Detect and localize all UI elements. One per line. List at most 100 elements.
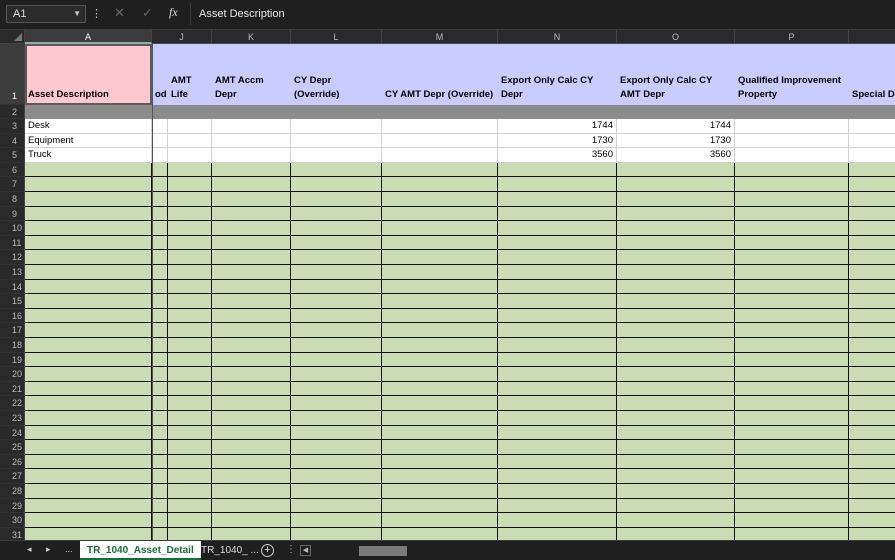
empty-cell[interactable] — [849, 235, 895, 251]
empty-cell[interactable] — [735, 454, 849, 470]
table-cell[interactable] — [168, 119, 212, 134]
empty-cell[interactable] — [498, 425, 617, 441]
empty-cell[interactable] — [168, 469, 212, 484]
empty-cell[interactable] — [291, 425, 382, 441]
empty-cell[interactable] — [25, 206, 152, 222]
empty-cell[interactable] — [498, 235, 617, 251]
empty-cell[interactable] — [168, 425, 212, 441]
empty-cell[interactable] — [382, 206, 498, 222]
empty-cell[interactable] — [291, 484, 382, 499]
table-cell[interactable]: 3560 — [498, 148, 617, 163]
header-cell-4[interactable]: AMT Accm Depr — [212, 44, 291, 105]
empty-cell[interactable] — [25, 367, 152, 382]
empty-cell[interactable] — [617, 352, 735, 368]
empty-cell[interactable] — [498, 469, 617, 484]
table-cell[interactable] — [291, 148, 382, 163]
row-header-9[interactable]: 9 — [0, 206, 25, 222]
empty-cell[interactable] — [212, 469, 291, 484]
row-header-12[interactable]: 12 — [0, 250, 25, 265]
empty-cell[interactable] — [212, 192, 291, 207]
empty-cell[interactable] — [617, 381, 735, 397]
empty-cell[interactable] — [382, 323, 498, 338]
empty-cell[interactable] — [212, 235, 291, 251]
empty-cell[interactable] — [152, 250, 168, 265]
sheet-tab-active[interactable]: TR_1040_Asset_Detail — [80, 541, 201, 560]
table-cell[interactable] — [152, 133, 168, 149]
empty-cell[interactable] — [735, 411, 849, 426]
select-all-button[interactable] — [0, 30, 25, 44]
empty-cell[interactable] — [735, 162, 849, 178]
column-header-l[interactable]: L — [291, 30, 382, 44]
empty-cell[interactable] — [25, 323, 152, 338]
empty-cell[interactable] — [382, 294, 498, 309]
empty-cell[interactable] — [498, 352, 617, 368]
row-header-19[interactable]: 19 — [0, 352, 25, 368]
empty-cell[interactable] — [25, 162, 152, 178]
empty-cell[interactable] — [25, 235, 152, 251]
row-header-10[interactable]: 10 — [0, 221, 25, 236]
formula-input[interactable]: Asset Description — [190, 3, 895, 25]
empty-cell[interactable] — [212, 279, 291, 295]
empty-cell[interactable] — [498, 308, 617, 324]
empty-cell[interactable] — [152, 323, 168, 338]
table-cell[interactable]: 1730 — [498, 133, 617, 149]
table-cell[interactable]: Desk — [25, 119, 152, 134]
empty-cell[interactable] — [291, 162, 382, 178]
empty-cell[interactable] — [617, 396, 735, 411]
row-header-5[interactable]: 5 — [0, 148, 25, 163]
empty-cell[interactable] — [382, 352, 498, 368]
empty-cell[interactable] — [291, 513, 382, 528]
empty-cell[interactable] — [498, 396, 617, 411]
row-header-31[interactable]: 31 — [0, 527, 25, 540]
empty-cell[interactable] — [382, 513, 498, 528]
tab-next-icon[interactable]: ▸ — [46, 544, 51, 555]
empty-cell[interactable] — [735, 469, 849, 484]
empty-cell[interactable] — [25, 527, 152, 540]
table-cell[interactable] — [291, 133, 382, 149]
empty-cell[interactable] — [498, 513, 617, 528]
empty-cell[interactable] — [735, 338, 849, 353]
row-header-15[interactable]: 15 — [0, 294, 25, 309]
row-header-17[interactable]: 17 — [0, 323, 25, 338]
empty-cell[interactable] — [25, 484, 152, 499]
empty-cell[interactable] — [291, 192, 382, 207]
table-cell[interactable] — [168, 133, 212, 149]
empty-cell[interactable] — [849, 484, 895, 499]
empty-cell[interactable] — [735, 323, 849, 338]
empty-cell[interactable] — [617, 367, 735, 382]
empty-cell[interactable] — [152, 162, 168, 178]
empty-cell[interactable] — [25, 352, 152, 368]
horizontal-scrollbar-thumb[interactable] — [359, 546, 407, 556]
horizontal-scrollbar[interactable] — [314, 546, 895, 556]
empty-cell[interactable] — [498, 484, 617, 499]
table-cell[interactable]: Truck — [25, 148, 152, 163]
empty-cell[interactable] — [25, 498, 152, 514]
empty-cell[interactable] — [382, 192, 498, 207]
column-header-j[interactable]: J — [152, 30, 212, 44]
empty-cell[interactable] — [152, 527, 168, 540]
empty-cell[interactable] — [382, 279, 498, 295]
row-header-24[interactable]: 24 — [0, 425, 25, 441]
header-cell-1[interactable]: Asset Description — [25, 44, 152, 105]
empty-cell[interactable] — [498, 206, 617, 222]
empty-cell[interactable] — [735, 294, 849, 309]
empty-cell[interactable] — [735, 527, 849, 540]
table-cell[interactable] — [382, 133, 498, 149]
empty-cell[interactable] — [25, 381, 152, 397]
empty-cell[interactable] — [212, 513, 291, 528]
empty-cell[interactable] — [498, 381, 617, 397]
scroll-left-icon[interactable]: ◀ — [300, 545, 311, 556]
empty-cell[interactable] — [291, 250, 382, 265]
empty-cell[interactable] — [291, 352, 382, 368]
empty-cell[interactable] — [849, 308, 895, 324]
empty-cell[interactable] — [617, 235, 735, 251]
empty-cell[interactable] — [152, 294, 168, 309]
empty-cell[interactable] — [168, 206, 212, 222]
empty-cell[interactable] — [212, 440, 291, 455]
row-header-27[interactable]: 27 — [0, 469, 25, 484]
header-cell-7[interactable]: Export Only Calc CY Depr — [498, 44, 617, 105]
empty-cell[interactable] — [849, 338, 895, 353]
name-box[interactable]: A1 ▼ — [6, 5, 86, 23]
empty-cell[interactable] — [382, 454, 498, 470]
row-header-14[interactable]: 14 — [0, 279, 25, 295]
